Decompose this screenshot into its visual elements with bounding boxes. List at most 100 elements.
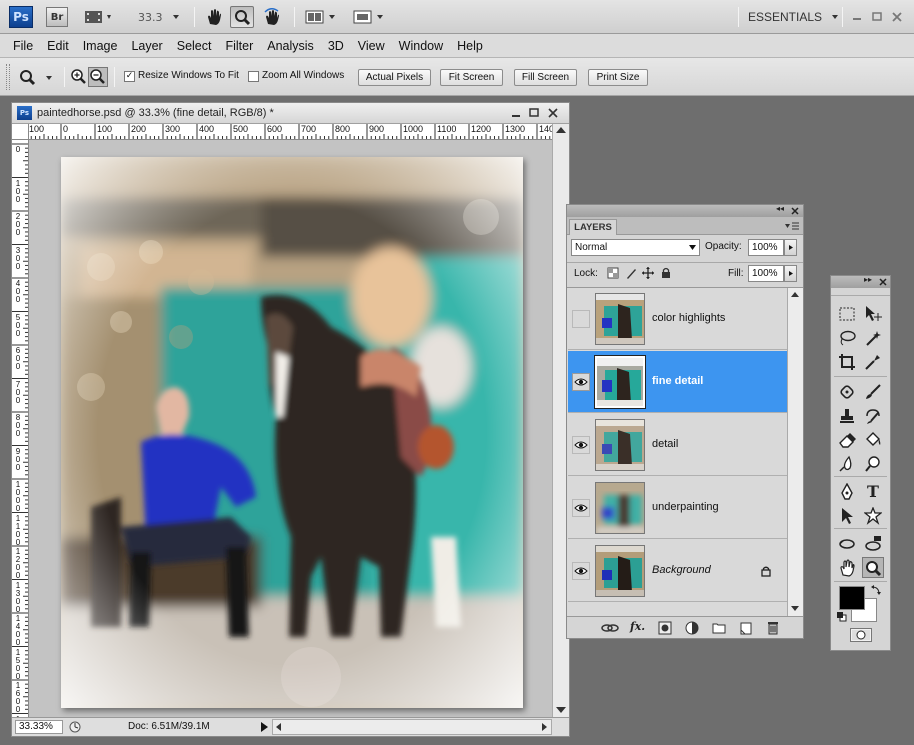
blur-tool[interactable] bbox=[836, 453, 858, 474]
tools-panel-header[interactable]: ▸▸ bbox=[831, 275, 890, 288]
opacity-input[interactable]: 100% bbox=[748, 239, 784, 256]
fill-input[interactable]: 100% bbox=[748, 265, 784, 282]
clone-stamp-tool[interactable] bbox=[836, 405, 858, 426]
menu-layer[interactable]: Layer bbox=[124, 39, 169, 53]
brush-tool[interactable] bbox=[862, 381, 884, 402]
hand-tool[interactable] bbox=[836, 557, 858, 578]
zoom-tool[interactable] bbox=[862, 557, 884, 578]
eyedropper-tool[interactable] bbox=[862, 351, 884, 372]
layer-name[interactable]: fine detail bbox=[652, 375, 703, 387]
layer-name[interactable]: color highlights bbox=[652, 312, 725, 324]
zoom-percentage-field[interactable]: 33.33% bbox=[15, 720, 63, 734]
eraser-tool[interactable] bbox=[836, 429, 858, 450]
link-layers-icon[interactable] bbox=[601, 622, 619, 634]
lock-position-button[interactable] bbox=[642, 267, 654, 279]
scroll-down-arrow[interactable] bbox=[556, 707, 566, 713]
scroll-up-arrow[interactable] bbox=[556, 127, 566, 133]
layer-name[interactable]: underpainting bbox=[652, 501, 719, 513]
document-title-bar[interactable]: Ps paintedhorse.psd @ 33.3% (fine detail… bbox=[12, 103, 569, 124]
add-mask-icon[interactable] bbox=[658, 621, 672, 635]
view-extras-button[interactable] bbox=[82, 6, 116, 28]
tab-layers[interactable]: LAYERS bbox=[569, 219, 617, 235]
zoom-level-dropdown[interactable]: 33.3 bbox=[138, 6, 182, 28]
layer-visibility-toggle[interactable] bbox=[572, 310, 590, 328]
layers-scrollbar[interactable] bbox=[787, 288, 803, 616]
layer-visibility-toggle[interactable] bbox=[572, 562, 590, 580]
workspace-switcher[interactable]: ESSENTIALS bbox=[748, 6, 838, 28]
zoom-in-button[interactable] bbox=[70, 68, 88, 86]
layer-row-color-highlights[interactable]: color highlights bbox=[568, 288, 787, 350]
scroll-up-arrow[interactable] bbox=[791, 292, 799, 297]
layer-name[interactable]: detail bbox=[652, 438, 678, 450]
expand-icon[interactable]: ▸▸ bbox=[864, 275, 872, 284]
doc-maximize-button[interactable] bbox=[528, 107, 540, 119]
menu-window[interactable]: Window bbox=[392, 39, 450, 53]
swap-colors-icon[interactable] bbox=[870, 584, 882, 596]
print-size-button[interactable]: Print Size bbox=[588, 69, 648, 86]
zoom-all-windows-checkbox[interactable] bbox=[248, 71, 259, 82]
menu-filter[interactable]: Filter bbox=[218, 39, 260, 53]
menu-help[interactable]: Help bbox=[450, 39, 490, 53]
resize-windows-checkbox[interactable]: ✓ bbox=[124, 71, 135, 82]
path-selection-tool[interactable] bbox=[836, 505, 858, 526]
status-expand-button[interactable] bbox=[258, 721, 270, 733]
fill-screen-button[interactable]: Fill Screen bbox=[514, 69, 577, 86]
photoshop-logo[interactable]: Ps bbox=[9, 6, 33, 28]
layer-style-icon[interactable]: fx. bbox=[630, 620, 645, 633]
minimize-button[interactable] bbox=[850, 6, 864, 28]
scroll-down-arrow[interactable] bbox=[791, 606, 799, 611]
status-options-button[interactable] bbox=[68, 720, 82, 734]
move-tool[interactable] bbox=[862, 303, 884, 324]
foreground-color-swatch[interactable] bbox=[839, 586, 865, 610]
lock-all-button[interactable] bbox=[660, 267, 672, 279]
ruler-origin[interactable] bbox=[12, 124, 29, 140]
menu-select[interactable]: Select bbox=[170, 39, 219, 53]
doc-minimize-button[interactable] bbox=[510, 107, 522, 119]
panel-menu-button[interactable] bbox=[783, 220, 801, 232]
dodge-tool[interactable] bbox=[862, 453, 884, 474]
type-tool[interactable]: T bbox=[862, 481, 884, 502]
fit-screen-button[interactable]: Fit Screen bbox=[440, 69, 503, 86]
lasso-tool[interactable] bbox=[836, 327, 858, 348]
marquee-tool[interactable] bbox=[836, 303, 858, 324]
fill-slider-button[interactable] bbox=[784, 265, 797, 282]
close-icon[interactable] bbox=[879, 278, 887, 286]
layer-row-detail[interactable]: detail bbox=[568, 414, 787, 476]
layer-row-underpainting[interactable]: underpainting bbox=[568, 477, 787, 539]
horizontal-scrollbar[interactable] bbox=[272, 719, 552, 735]
close-button[interactable] bbox=[890, 6, 904, 28]
horizontal-ruler[interactable]: 100 0 100 200 300 400 500 600 700 800 900 1000 1100 1… bbox=[29, 124, 552, 140]
layer-row-background[interactable]: Background bbox=[568, 540, 787, 602]
layer-visibility-toggle[interactable] bbox=[572, 373, 590, 391]
zoom-tool-button[interactable] bbox=[230, 6, 254, 28]
lock-transparent-button[interactable] bbox=[607, 267, 619, 279]
zoom-out-button[interactable] bbox=[88, 67, 108, 87]
vertical-ruler[interactable]: 0 1 0 0 2 0 0 3 0 0 4 0 0 5 0 0 6 0 0 7 0 0 8 0 … bbox=[12, 140, 29, 717]
doc-close-button[interactable] bbox=[547, 107, 559, 119]
menu-analysis[interactable]: Analysis bbox=[260, 39, 321, 53]
scroll-left-arrow[interactable] bbox=[276, 723, 281, 731]
3d-rotate-tool[interactable] bbox=[836, 533, 858, 554]
menu-image[interactable]: Image bbox=[76, 39, 125, 53]
blend-mode-dropdown[interactable]: Normal bbox=[571, 239, 700, 256]
spot-healing-tool[interactable] bbox=[836, 381, 858, 402]
arrange-documents-button[interactable] bbox=[304, 6, 340, 28]
bridge-button[interactable]: Br bbox=[46, 7, 68, 27]
default-colors-icon[interactable] bbox=[837, 612, 847, 622]
new-layer-icon[interactable] bbox=[739, 621, 753, 635]
lock-image-button[interactable] bbox=[625, 267, 637, 279]
rotate-view-button[interactable] bbox=[260, 6, 284, 28]
hand-tool-button[interactable] bbox=[202, 6, 226, 28]
tools-grip[interactable] bbox=[831, 288, 890, 296]
layer-row-fine-detail[interactable]: fine detail bbox=[568, 351, 787, 413]
crop-tool[interactable] bbox=[836, 351, 858, 372]
layer-name[interactable]: Background bbox=[652, 564, 711, 576]
actual-pixels-button[interactable]: Actual Pixels bbox=[358, 69, 431, 86]
layer-visibility-toggle[interactable] bbox=[572, 436, 590, 454]
quick-selection-tool[interactable] bbox=[862, 327, 884, 348]
tool-preset-picker[interactable] bbox=[18, 67, 58, 87]
close-icon[interactable] bbox=[791, 207, 799, 215]
menu-file[interactable]: File bbox=[6, 39, 40, 53]
new-group-icon[interactable] bbox=[712, 621, 726, 634]
3d-camera-tool[interactable] bbox=[862, 533, 884, 554]
